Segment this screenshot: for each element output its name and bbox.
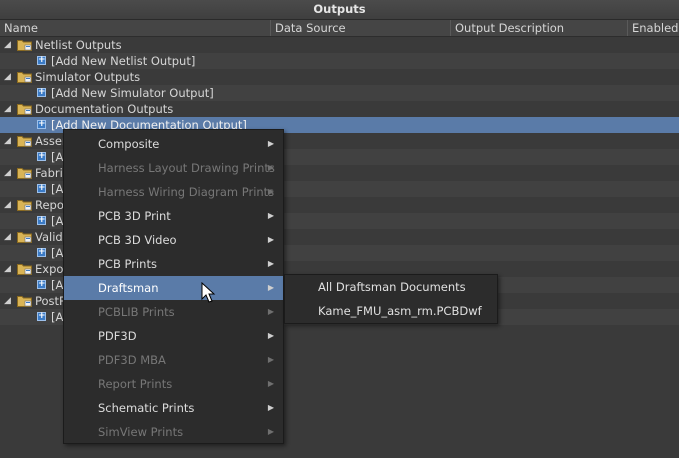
menu-item-label: PCB 3D Video — [98, 233, 177, 247]
submenu-arrow-icon: ▶ — [267, 187, 274, 196]
add-output-icon: + — [37, 247, 46, 257]
expand-caret-icon[interactable]: ◢ — [4, 165, 14, 181]
menu-item-label: SimView Prints — [98, 425, 184, 439]
menu-item-label: PCBLIB Prints — [98, 305, 175, 319]
expand-caret-icon[interactable]: ◢ — [4, 197, 14, 213]
add-output-icon: + — [37, 215, 46, 225]
tree-row-label: Simulator Outputs — [35, 70, 141, 84]
expand-caret-icon[interactable]: ◢ — [4, 101, 14, 117]
folder-icon — [17, 40, 32, 51]
column-output-description[interactable]: Output Description — [450, 20, 627, 36]
submenu-arrow-icon: ▶ — [267, 427, 274, 436]
menu-item-label: PCB 3D Print — [98, 209, 171, 223]
menu-item-label: Harness Layout Drawing Prints — [98, 161, 275, 175]
tree-row-label: Netlist Outputs — [35, 38, 122, 52]
submenu-item-label: Kame_FMU_asm_rm.PCBDwf — [318, 304, 482, 318]
add-output-icon: + — [37, 183, 46, 193]
context-menu: Composite ▶ Harness Layout Drawing Prints ▶… — [63, 129, 284, 444]
add-output-icon: + — [37, 151, 46, 161]
expand-caret-icon[interactable]: ◢ — [4, 133, 14, 149]
submenu-arrow-icon: ▶ — [267, 259, 274, 268]
menu-item-label: PDF3D — [98, 329, 137, 343]
menu-item-pdf3d-mba[interactable]: PDF3D MBA ▶ — [64, 348, 283, 372]
submenu-arrow-icon: ▶ — [267, 235, 274, 244]
menu-item-pdf3d[interactable]: PDF3D ▶ — [64, 324, 283, 348]
menu-item-label: Schematic Prints — [98, 401, 195, 415]
expand-caret-icon[interactable]: ◢ — [4, 293, 14, 309]
submenu-item-all-draftsman-documents[interactable]: All Draftsman Documents — [285, 275, 497, 299]
add-output-icon: + — [37, 311, 46, 321]
menu-item-label: PCB Prints — [98, 257, 157, 271]
menu-item-harness-layout-drawing-prints[interactable]: Harness Layout Drawing Prints ▶ — [64, 156, 283, 180]
menu-item-pcb-3d-video[interactable]: PCB 3D Video ▶ — [64, 228, 283, 252]
menu-item-pcb-prints[interactable]: PCB Prints ▶ — [64, 252, 283, 276]
submenu-arrow-icon: ▶ — [267, 331, 274, 340]
column-enabled[interactable]: Enabled — [627, 20, 679, 36]
folder-icon — [17, 264, 32, 275]
column-header: Name Data Source Output Description Enab… — [0, 20, 679, 37]
tree-row-label: [Add New Simulator Output] — [51, 86, 214, 100]
submenu-item-pcbdwf-document[interactable]: Kame_FMU_asm_rm.PCBDwf — [285, 299, 497, 323]
column-data-source[interactable]: Data Source — [270, 20, 450, 36]
folder-icon — [17, 72, 32, 83]
column-name[interactable]: Name — [0, 20, 270, 36]
submenu-arrow-icon: ▶ — [267, 283, 274, 292]
menu-item-simview-prints[interactable]: SimView Prints ▶ — [64, 420, 283, 444]
tree-row-label: [Add New Netlist Output] — [51, 54, 196, 68]
menu-item-pcblib-prints[interactable]: PCBLIB Prints ▶ — [64, 300, 283, 324]
menu-item-label: PDF3D MBA — [98, 353, 166, 367]
folder-icon — [17, 136, 32, 147]
add-output-icon: + — [37, 87, 46, 97]
menu-item-composite[interactable]: Composite ▶ — [64, 132, 283, 156]
panel-title: Outputs — [0, 0, 679, 20]
tree-row-label: Repo — [35, 198, 64, 212]
tree-group-row[interactable]: ◢ Documentation Outputs — [0, 101, 679, 117]
menu-item-label: Harness Wiring Diagram Prints — [98, 185, 275, 199]
expand-caret-icon[interactable]: ◢ — [4, 229, 14, 245]
submenu-arrow-icon: ▶ — [267, 139, 274, 148]
folder-icon — [17, 296, 32, 307]
menu-item-label: Composite — [98, 137, 160, 151]
draftsman-submenu: All Draftsman Documents Kame_FMU_asm_rm.P… — [284, 274, 498, 324]
expand-caret-icon[interactable]: ◢ — [4, 69, 14, 85]
folder-icon — [17, 104, 32, 115]
menu-item-report-prints[interactable]: Report Prints ▶ — [64, 372, 283, 396]
submenu-arrow-icon: ▶ — [267, 211, 274, 220]
menu-item-harness-wiring-diagram-prints[interactable]: Harness Wiring Diagram Prints ▶ — [64, 180, 283, 204]
tree-child-row[interactable]: + [Add New Netlist Output] — [0, 53, 679, 69]
tree-group-row[interactable]: ◢ Simulator Outputs — [0, 69, 679, 85]
menu-item-label: Report Prints — [98, 377, 173, 391]
menu-item-draftsman[interactable]: Draftsman ▶ — [64, 276, 283, 300]
folder-icon — [17, 200, 32, 211]
menu-item-label: Draftsman — [98, 281, 159, 295]
add-output-icon: + — [37, 119, 46, 129]
mouse-pointer-icon — [201, 282, 216, 303]
tree-row-label: PostP — [35, 294, 66, 308]
folder-icon — [17, 232, 32, 243]
tree-group-row[interactable]: ◢ Netlist Outputs — [0, 37, 679, 53]
add-output-icon: + — [37, 55, 46, 65]
submenu-item-label: All Draftsman Documents — [318, 280, 466, 294]
submenu-arrow-icon: ▶ — [267, 355, 274, 364]
submenu-arrow-icon: ▶ — [267, 307, 274, 316]
menu-item-schematic-prints[interactable]: Schematic Prints ▶ — [64, 396, 283, 420]
add-output-icon: + — [37, 279, 46, 289]
submenu-arrow-icon: ▶ — [267, 163, 274, 172]
tree-row-label: Documentation Outputs — [35, 102, 174, 116]
menu-item-pcb-3d-print[interactable]: PCB 3D Print ▶ — [64, 204, 283, 228]
tree-child-row[interactable]: + [Add New Simulator Output] — [0, 85, 679, 101]
submenu-arrow-icon: ▶ — [267, 379, 274, 388]
submenu-arrow-icon: ▶ — [267, 403, 274, 412]
expand-caret-icon[interactable]: ◢ — [4, 261, 14, 277]
expand-caret-icon[interactable]: ◢ — [4, 37, 14, 53]
folder-icon — [17, 168, 32, 179]
